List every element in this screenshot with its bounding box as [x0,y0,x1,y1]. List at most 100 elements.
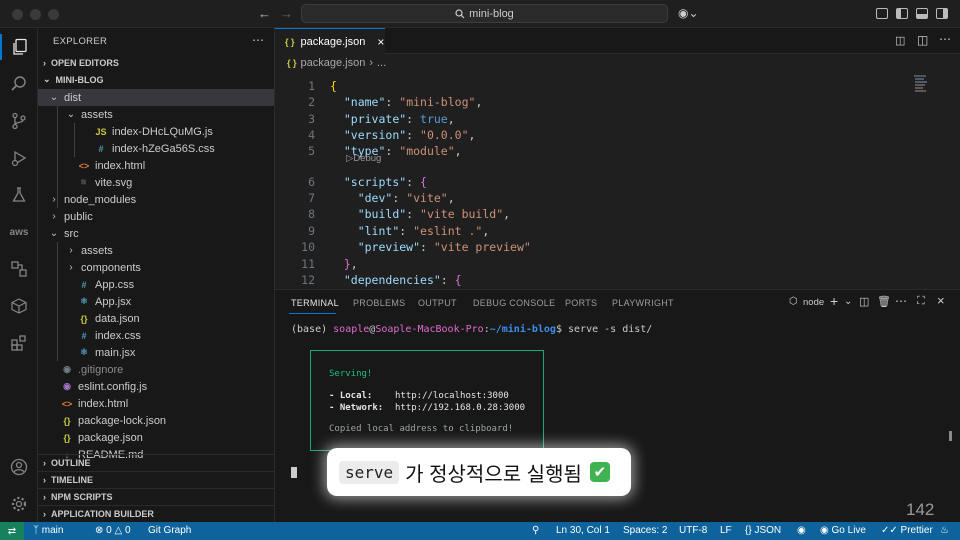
tab-ports[interactable]: PORTS [565,298,597,308]
close-tab-icon[interactable]: × [377,35,384,49]
tree-item-label: dist [64,91,82,104]
extensions-icon[interactable] [0,330,38,356]
notifications-bell-icon[interactable]: ♨ [940,525,949,536]
breadcrumb-file[interactable]: package.json [301,57,366,69]
tree-item[interactable]: JS index-DHcLQuMG.js [38,123,274,140]
forward-arrow-icon[interactable]: → [280,6,293,21]
search-icon[interactable] [0,71,38,97]
git-graph-button[interactable]: Git Graph [148,525,191,536]
testing-flask-icon[interactable] [0,182,38,208]
command-center-search[interactable]: mini-blog [301,4,668,23]
maximize-window-button[interactable] [48,9,59,20]
maximize-panel-icon[interactable]: ⛶ [917,295,925,308]
split-editor-icon[interactable]: ◫ [917,33,928,47]
tree-item[interactable]: <> index.html [38,395,274,412]
tree-item[interactable]: {} package.json [38,429,274,446]
toggle-secondary-sidebar-icon[interactable] [936,8,948,19]
tab-debug-console[interactable]: DEBUG CONSOLE [473,298,555,308]
split-terminal-icon[interactable]: ◫ [859,295,869,308]
tree-item[interactable]: # index-hZeGa56S.css [38,140,274,157]
project-section[interactable]: ⌄ MINI-BLOG [38,71,274,88]
tree-item[interactable]: ⚛ main.jsx [38,344,274,361]
check-mark-icon: ✔ [589,462,610,482]
tree-item[interactable]: › node_modules [38,191,274,208]
tree-item[interactable]: ◉ .gitignore [38,361,274,378]
tree-item[interactable]: ◉ eslint.config.js [38,378,274,395]
settings-gear-icon[interactable] [0,491,38,517]
tree-item[interactable]: <> index.html [38,157,274,174]
timeline-section[interactable]: › TIMELINE [38,471,274,488]
more-actions-icon[interactable]: ⋯ [895,294,907,308]
close-window-button[interactable] [12,9,23,20]
account-icon[interactable] [0,454,38,480]
tree-item[interactable]: {} data.json [38,310,274,327]
breadcrumb-more[interactable]: ... [377,57,386,69]
minimize-window-button[interactable] [30,9,41,20]
terminal-shell-name[interactable]: node [803,297,824,308]
editor-more-icon[interactable]: ⋯ [939,32,951,46]
tab-playwright[interactable]: PLAYWRIGHT [612,298,674,308]
more-actions-icon[interactable]: ⋯ [252,33,264,47]
tree-item[interactable]: ⌄ assets [38,106,274,123]
explorer-icon[interactable] [0,34,38,60]
minimap[interactable] [914,75,928,93]
tree-item[interactable]: ⌄ src [38,225,274,242]
problems-indicator[interactable]: ⊗ 0 △ 0 [95,525,131,536]
toggle-sidebar-icon[interactable] [896,8,908,19]
tree-item[interactable]: ◾ vite.svg [38,174,274,191]
encoding[interactable]: UTF-8 [679,525,707,536]
network-url[interactable]: http://192.168.0.28:3000 [395,403,525,413]
indentation[interactable]: Spaces: 2 [623,525,667,536]
trash-icon[interactable]: 🗑 [877,295,891,308]
language-mode[interactable]: {} JSON [745,525,781,536]
end-of-line[interactable]: LF [720,525,732,536]
code-editor[interactable]: 1 {2 "name": "mini-blog", 3 "private": tru… [275,71,960,289]
outline-section[interactable]: › OUTLINE [38,454,274,471]
run-debug-icon[interactable] [0,145,38,171]
remote-indicator-icon[interactable]: ⇄ [0,522,24,540]
prettier-button[interactable]: ✓✓ Prettier [881,525,933,536]
close-panel-icon[interactable]: × [937,293,945,308]
tab-terminal[interactable]: TERMINAL [291,298,339,308]
branch-indicator[interactable]: ᛉ main [33,525,63,536]
tree-item[interactable]: # App.css [38,276,274,293]
code-line: "name": "mini-blog", [343,95,483,109]
go-live-button[interactable]: ◉ Go Live [820,525,866,536]
new-terminal-icon[interactable]: + [830,293,838,309]
local-url[interactable]: http://localhost:3000 [395,391,509,401]
copilot-status-icon[interactable]: ◉ [797,525,806,536]
customize-layout-icon[interactable] [876,8,888,19]
application-builder-section[interactable]: › APPLICATION BUILDER [38,505,274,522]
compare-changes-icon[interactable]: ◫ [895,34,905,47]
code-line: "preview": "vite preview" [357,240,531,254]
aws-icon[interactable]: aws [0,219,38,245]
tree-item[interactable]: › components [38,259,274,276]
tree-item[interactable]: {} package-lock.json [38,412,274,429]
debug-codelens[interactable]: ▷Debug [346,153,381,164]
code-line: "lint": "eslint .", [357,224,490,238]
chevron-down-icon[interactable]: ⌄ [844,296,852,307]
tree-item[interactable]: # index.css [38,327,274,344]
npm-scripts-section[interactable]: › NPM SCRIPTS [38,488,274,505]
back-arrow-icon[interactable]: ← [258,6,271,21]
chevron-down-icon: ⌄ [66,109,76,120]
tab-problems[interactable]: PROBLEMS [353,298,405,308]
zoom-icon[interactable]: ⚲ [532,525,539,536]
source-control-icon[interactable] [0,108,38,134]
cursor-position[interactable]: Ln 30, Col 1 [556,525,610,536]
caption-overlay: serve 가 정상적으로 실행됨 ✔ [327,448,631,496]
tab-output[interactable]: OUTPUT [418,298,457,308]
containers-icon[interactable] [0,293,38,319]
remote-explorer-icon[interactable] [0,256,38,282]
tree-item[interactable]: ⌄ dist [38,89,274,106]
chevron-right-icon: › [43,475,46,485]
tree-item[interactable]: › assets [38,242,274,259]
tab-package-json[interactable]: { } package.json × [275,28,385,54]
copilot-icon[interactable]: ◉⌄ [678,6,699,20]
tree-item[interactable]: › public [38,208,274,225]
toggle-panel-icon[interactable] [916,8,928,19]
tree-item[interactable]: ⚛ App.jsx [38,293,274,310]
chevron-right-icon: › [43,458,46,468]
open-editors-section[interactable]: › OPEN EDITORS [38,54,274,71]
terminal-scrollbar[interactable] [949,431,952,441]
